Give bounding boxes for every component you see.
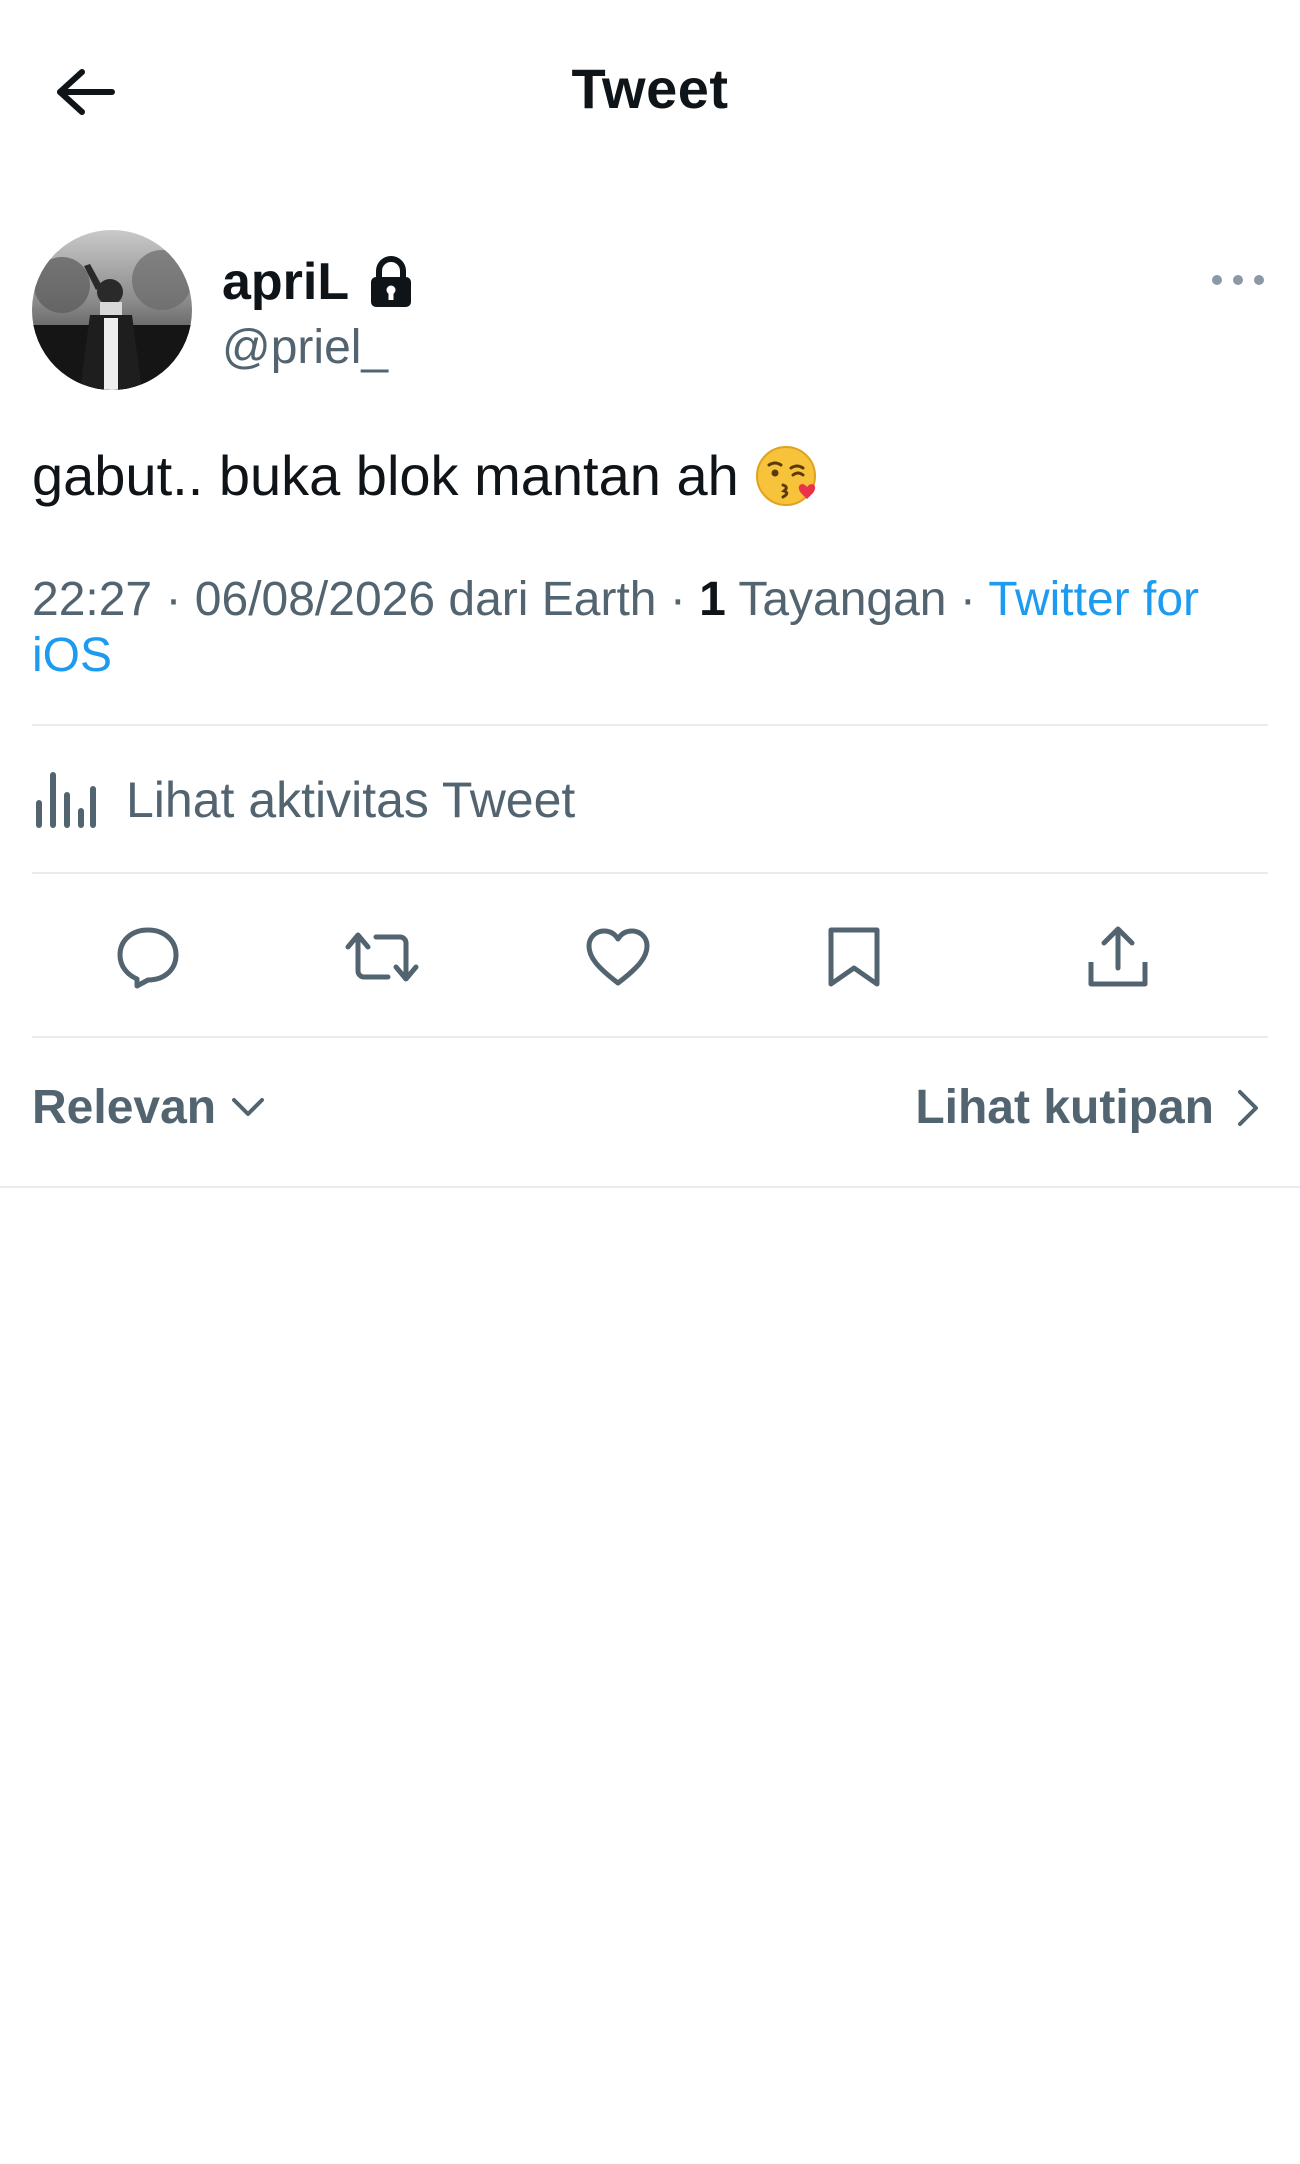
like-button[interactable] [578,912,658,1002]
tweet-author: apriL @priel_ [32,230,1268,395]
more-horizontal-icon [1212,275,1264,285]
tweet-text: gabut.. buka blok mantan ah [32,440,821,512]
tweet-actions [0,912,1300,1002]
tweet-date: 06/08/2026 [194,573,436,626]
retweet-icon [345,932,419,982]
share-button[interactable] [1078,912,1158,1002]
name-row: apriL [222,252,415,312]
meta-separator: · [165,573,182,626]
reply-icon [117,927,179,989]
display-name[interactable]: apriL [222,252,349,312]
meta-separator: · [669,573,686,626]
heart-icon [586,928,650,986]
lock-icon [371,256,412,307]
tweet-body: gabut.. buka blok mantan ah [32,444,739,507]
retweet-button[interactable] [342,912,422,1002]
divider [0,1186,1300,1188]
tweet-meta: 22:27 · 06/08/2026 dari Earth · 1 Tayang… [32,572,1268,684]
avatar-image [32,230,192,390]
views-count: 1 [699,573,726,626]
tweet-time: 22:27 [32,573,153,626]
bookmark-button[interactable] [814,912,894,1002]
more-options-button[interactable] [1208,260,1268,300]
quotes-label: Lihat kutipan [915,1081,1214,1134]
face-blowing-a-kiss-icon [755,446,816,506]
replies-sort-dropdown[interactable]: Relevan [32,1080,268,1135]
chevron-right-icon [1238,1089,1258,1126]
chevron-down-icon [232,1097,265,1116]
activity-label: Lihat aktivitas Tweet [126,772,576,828]
user-handle[interactable]: @priel_ [222,320,388,375]
tweet-location: dari Earth [448,573,657,626]
bookmark-icon [828,927,880,987]
bar-chart-icon [36,772,96,828]
page-title: Tweet [571,57,729,120]
view-quotes-link[interactable]: Lihat kutipan [915,1080,1268,1135]
divider [32,1036,1268,1038]
share-icon [1088,926,1148,987]
tweet-activity-link[interactable]: Lihat aktivitas Tweet [32,760,575,840]
views-label: Tayangan [738,573,947,626]
divider [32,724,1268,726]
reply-button[interactable] [108,912,188,1002]
avatar[interactable] [32,230,192,390]
meta-separator: · [959,573,976,626]
divider [32,872,1268,874]
sort-label: Relevan [32,1081,217,1134]
top-bar: Tweet [0,0,1300,180]
